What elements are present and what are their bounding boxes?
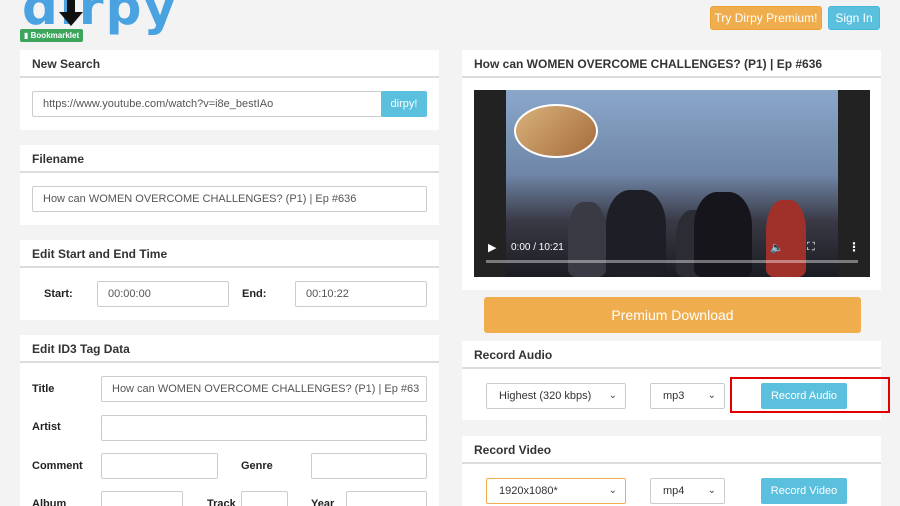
- more-options-icon[interactable]: ⋮: [848, 240, 860, 254]
- panel-title: Edit ID3 Tag Data: [20, 335, 439, 363]
- time-panel: Edit Start and End Time: [20, 240, 439, 320]
- bookmarklet-badge[interactable]: ▮ Bookmarklet: [20, 29, 84, 42]
- id3-title-input[interactable]: How can WOMEN OVERCOME CHALLENGES? (P1) …: [101, 376, 427, 402]
- track-label: Track: [207, 498, 236, 506]
- comment-label: Comment: [32, 460, 83, 472]
- end-time-input[interactable]: 00:10:22: [295, 281, 427, 307]
- video-resolution-select[interactable]: 1920x1080* ⌄: [486, 478, 626, 504]
- title-label: Title: [32, 383, 55, 395]
- year-label: Year: [311, 498, 335, 506]
- download-arrow-icon: [59, 0, 83, 26]
- audio-format-value: mp3: [663, 390, 685, 402]
- genre-label: Genre: [241, 460, 273, 472]
- top-bar: dirpy ▮ Bookmarklet Try Dirpy Premium! S…: [0, 0, 900, 48]
- dirpy-go-button[interactable]: dirpy!: [381, 91, 427, 117]
- video-progress-bar[interactable]: [486, 260, 858, 263]
- record-video-button[interactable]: Record Video: [761, 478, 847, 504]
- panel-title: Record Video: [462, 436, 881, 464]
- video-time: 0:00 / 10:21: [511, 242, 564, 253]
- new-search-panel: New Search: [20, 50, 439, 130]
- id3-year-input[interactable]: [346, 491, 427, 506]
- artist-label: Artist: [32, 421, 61, 433]
- thought-bubble-image: [514, 104, 598, 158]
- audio-quality-value: Highest (320 kbps): [499, 390, 592, 402]
- id3-album-input[interactable]: [101, 491, 183, 506]
- volume-icon[interactable]: 🔈: [770, 241, 784, 254]
- video-controls: ▶ 0:00 / 10:21 🔈 ⛶ ⋮: [474, 237, 870, 277]
- album-label: Album: [32, 498, 67, 506]
- audio-format-select[interactable]: mp3 ⌄: [650, 383, 725, 409]
- audio-quality-select[interactable]: Highest (320 kbps) ⌄: [486, 383, 626, 409]
- highlight-box: [730, 377, 890, 413]
- video-format-value: mp4: [663, 485, 685, 497]
- id3-artist-input[interactable]: [101, 415, 427, 441]
- chevron-down-icon: ⌄: [707, 485, 716, 496]
- bookmark-icon: ▮: [24, 31, 29, 40]
- start-label: Start:: [44, 288, 73, 300]
- chevron-down-icon: ⌄: [707, 390, 716, 401]
- end-label: End:: [242, 288, 267, 300]
- video-title: How can WOMEN OVERCOME CHALLENGES? (P1) …: [462, 50, 881, 78]
- start-time-input[interactable]: 00:00:00: [97, 281, 229, 307]
- chevron-down-icon: ⌄: [608, 390, 617, 401]
- try-premium-button[interactable]: Try Dirpy Premium!: [710, 6, 822, 30]
- filename-panel: Filename: [20, 145, 439, 225]
- panel-title: New Search: [20, 50, 439, 78]
- panel-title: Edit Start and End Time: [20, 240, 439, 268]
- video-player[interactable]: ▶ 0:00 / 10:21 🔈 ⛶ ⋮: [474, 90, 870, 277]
- id3-comment-input[interactable]: [101, 453, 218, 479]
- video-format-select[interactable]: mp4 ⌄: [650, 478, 725, 504]
- sign-in-button[interactable]: Sign In: [828, 6, 880, 30]
- chevron-down-icon: ⌄: [608, 485, 617, 496]
- panel-title: Record Audio: [462, 341, 881, 369]
- filename-input[interactable]: How can WOMEN OVERCOME CHALLENGES? (P1) …: [32, 186, 427, 212]
- video-resolution-value: 1920x1080*: [499, 485, 558, 497]
- premium-download-button[interactable]: Premium Download: [484, 297, 861, 333]
- play-icon[interactable]: ▶: [488, 241, 496, 254]
- url-input[interactable]: https://www.youtube.com/watch?v=i8e_best…: [32, 91, 382, 117]
- id3-track-input[interactable]: [241, 491, 288, 506]
- fullscreen-icon[interactable]: ⛶: [807, 241, 815, 254]
- id3-genre-input[interactable]: [311, 453, 427, 479]
- panel-title: Filename: [20, 145, 439, 173]
- bookmarklet-label: Bookmarklet: [30, 31, 80, 40]
